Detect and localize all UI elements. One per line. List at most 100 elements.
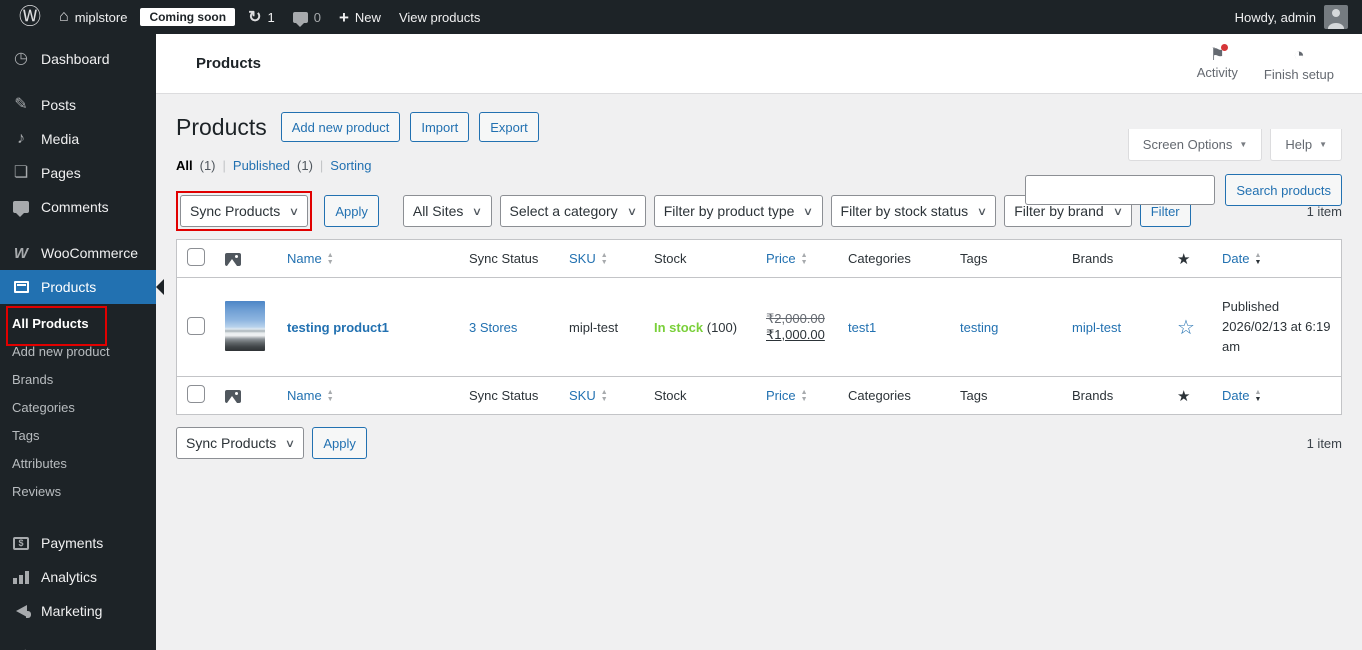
view-published-link[interactable]: Published [233, 158, 290, 173]
comment-bubble-icon [292, 11, 308, 27]
updates-menu[interactable]: ↻ 1 [239, 0, 284, 34]
sync-status-link[interactable]: 3 Stores [469, 320, 517, 335]
view-products-link[interactable]: View products [390, 0, 489, 34]
megaphone-icon [11, 605, 31, 618]
column-sync-status: Sync Status [459, 240, 559, 278]
sidebar-item-woocommerce[interactable]: W WooCommerce [0, 236, 156, 270]
sidebar-item-marketing[interactable]: Marketing [0, 594, 156, 628]
stock-quantity: (100) [706, 319, 738, 335]
select-all-checkbox[interactable] [187, 385, 205, 403]
submenu-categories[interactable]: Categories [0, 394, 156, 422]
comments-icon [11, 201, 31, 217]
header-title: Products [196, 55, 262, 72]
sidebar-item-dashboard[interactable]: ◷ Dashboard [0, 42, 156, 76]
sidebar-item-products[interactable]: Products [0, 270, 164, 304]
brand-link[interactable]: mipl-test [1072, 320, 1121, 335]
column-stock: Stock [644, 240, 756, 278]
admin-sidebar: ◷ Dashboard ✎ Posts ♪ Media ❏ Pages Comm… [0, 34, 164, 650]
products-table: Name ▲ ▼ Sync Status SKU ▲ ▼ Stock Price ▲ ▼ C… [176, 239, 1342, 415]
publish-status: Published [1222, 298, 1280, 314]
pages-icon: ❏ [13, 164, 29, 181]
bulk-action-select[interactable]: Sync Products ∨ [180, 195, 309, 227]
sidebar-item-media[interactable]: ♪ Media [0, 122, 156, 156]
add-new-product-button[interactable]: Add new product [280, 112, 401, 142]
featured-star-icon: ★ [1177, 250, 1191, 268]
sort-by-date[interactable]: Date [1222, 388, 1249, 403]
wordpress-logo-menu[interactable]: Ⓦ [10, 0, 50, 34]
dashboard-icon: ◷ [14, 50, 28, 67]
sort-by-price[interactable]: Price [766, 251, 796, 266]
search-products-button[interactable]: Search products [1225, 174, 1342, 206]
new-label: New [354, 9, 381, 25]
wordpress-logo-icon: Ⓦ [19, 4, 42, 29]
export-button[interactable]: Export [479, 112, 539, 142]
sidebar-item-payments[interactable]: $ Payments [0, 526, 156, 560]
view-all-link[interactable]: All [176, 158, 193, 173]
submenu-all-products[interactable]: All Products [0, 310, 156, 338]
sort-by-date[interactable]: Date [1222, 251, 1249, 266]
sidebar-item-comments[interactable]: Comments [0, 190, 156, 224]
view-sorting-link[interactable]: Sorting [330, 158, 371, 173]
bulk-action-select-bottom[interactable]: Sync Products ∨ [176, 427, 305, 459]
product-search: Search products [1025, 174, 1342, 206]
import-button[interactable]: Import [410, 112, 470, 142]
payments-icon: $ [11, 536, 31, 550]
submenu-attributes[interactable]: Attributes [0, 450, 156, 478]
sort-by-sku[interactable]: SKU [569, 251, 596, 266]
user-avatar[interactable] [1324, 5, 1348, 29]
site-name-menu[interactable]: ⌂ miplstore [50, 0, 136, 34]
product-row: testing product1 3 Stores mipl-test In s… [177, 278, 1341, 376]
product-type-filter-select[interactable]: Filter by product type ∨ [653, 195, 823, 227]
comments-menu[interactable]: 0 [284, 0, 330, 34]
sort-arrows-icon: ▲ ▼ [800, 252, 808, 266]
howdy-admin[interactable]: Howdy, admin [1235, 10, 1316, 25]
plus-icon: + [338, 7, 349, 27]
sort-arrows-icon: ▲ ▼ [326, 389, 334, 403]
stock-status-filter-select[interactable]: Filter by stock status ∨ [830, 195, 997, 227]
home-icon: ⌂ [59, 8, 69, 25]
sort-arrows-icon: ▲ ▼ [800, 389, 808, 403]
sidebar-item-analytics[interactable]: Analytics [0, 560, 156, 594]
finish-setup-button[interactable]: ◔ Finish setup [1264, 46, 1334, 82]
search-input[interactable] [1025, 175, 1216, 205]
select-all-checkbox[interactable] [187, 248, 205, 266]
site-filter-select[interactable]: All Sites ∨ [402, 195, 492, 227]
sidebar-item-pages[interactable]: ❏ Pages [0, 156, 156, 190]
product-name-link[interactable]: testing product1 [287, 320, 389, 335]
category-filter-select[interactable]: Select a category ∨ [499, 195, 646, 227]
sort-by-name[interactable]: Name [287, 251, 322, 266]
sort-by-sku[interactable]: SKU [569, 388, 596, 403]
image-column-icon [225, 253, 241, 267]
page-content: Products Add new product Import Export A… [156, 112, 1362, 459]
activity-button[interactable]: ⚑ Activity [1197, 43, 1238, 82]
tag-link[interactable]: testing [960, 320, 998, 335]
feature-toggle-star-icon[interactable]: ☆ [1177, 317, 1195, 339]
sidebar-item-posts[interactable]: ✎ Posts [0, 88, 156, 122]
product-thumbnail[interactable] [225, 300, 265, 351]
apply-button[interactable]: Apply [324, 195, 379, 227]
submenu-add-new-product[interactable]: Add new product [0, 338, 156, 366]
submenu-tags[interactable]: Tags [0, 422, 156, 450]
product-sku: mipl-test [569, 319, 619, 335]
help-tab[interactable]: Help ▼ [1270, 129, 1342, 161]
submenu-reviews[interactable]: Reviews [0, 478, 156, 506]
bottom-bulk-actions: Sync Products ∨ Apply 1 item [176, 427, 1342, 459]
chevron-down-icon: ▼ [1319, 140, 1327, 149]
sidebar-item-appearance[interactable]: ✐ Appearance [0, 640, 156, 650]
apply-button-bottom[interactable]: Apply [312, 427, 367, 459]
chevron-down-icon: ∨ [1112, 205, 1123, 218]
column-categories: Categories [838, 240, 950, 278]
sort-by-price[interactable]: Price [766, 388, 796, 403]
sort-arrows-icon: ▲ ▼ [1254, 252, 1262, 266]
regular-price: ₹2,000.00 [766, 311, 825, 326]
sort-by-name[interactable]: Name [287, 388, 322, 403]
row-checkbox[interactable] [187, 316, 205, 335]
submenu-brands[interactable]: Brands [0, 366, 156, 394]
category-link[interactable]: test1 [848, 320, 876, 335]
media-icon: ♪ [17, 130, 25, 147]
woocommerce-icon: W [13, 244, 29, 262]
new-content-menu[interactable]: + New [330, 0, 390, 34]
sort-arrows-icon: ▲ ▼ [600, 252, 608, 266]
screen-options-tab[interactable]: Screen Options ▼ [1127, 129, 1263, 161]
screen-meta-tabs: Screen Options ▼ Help ▼ [1127, 129, 1342, 161]
